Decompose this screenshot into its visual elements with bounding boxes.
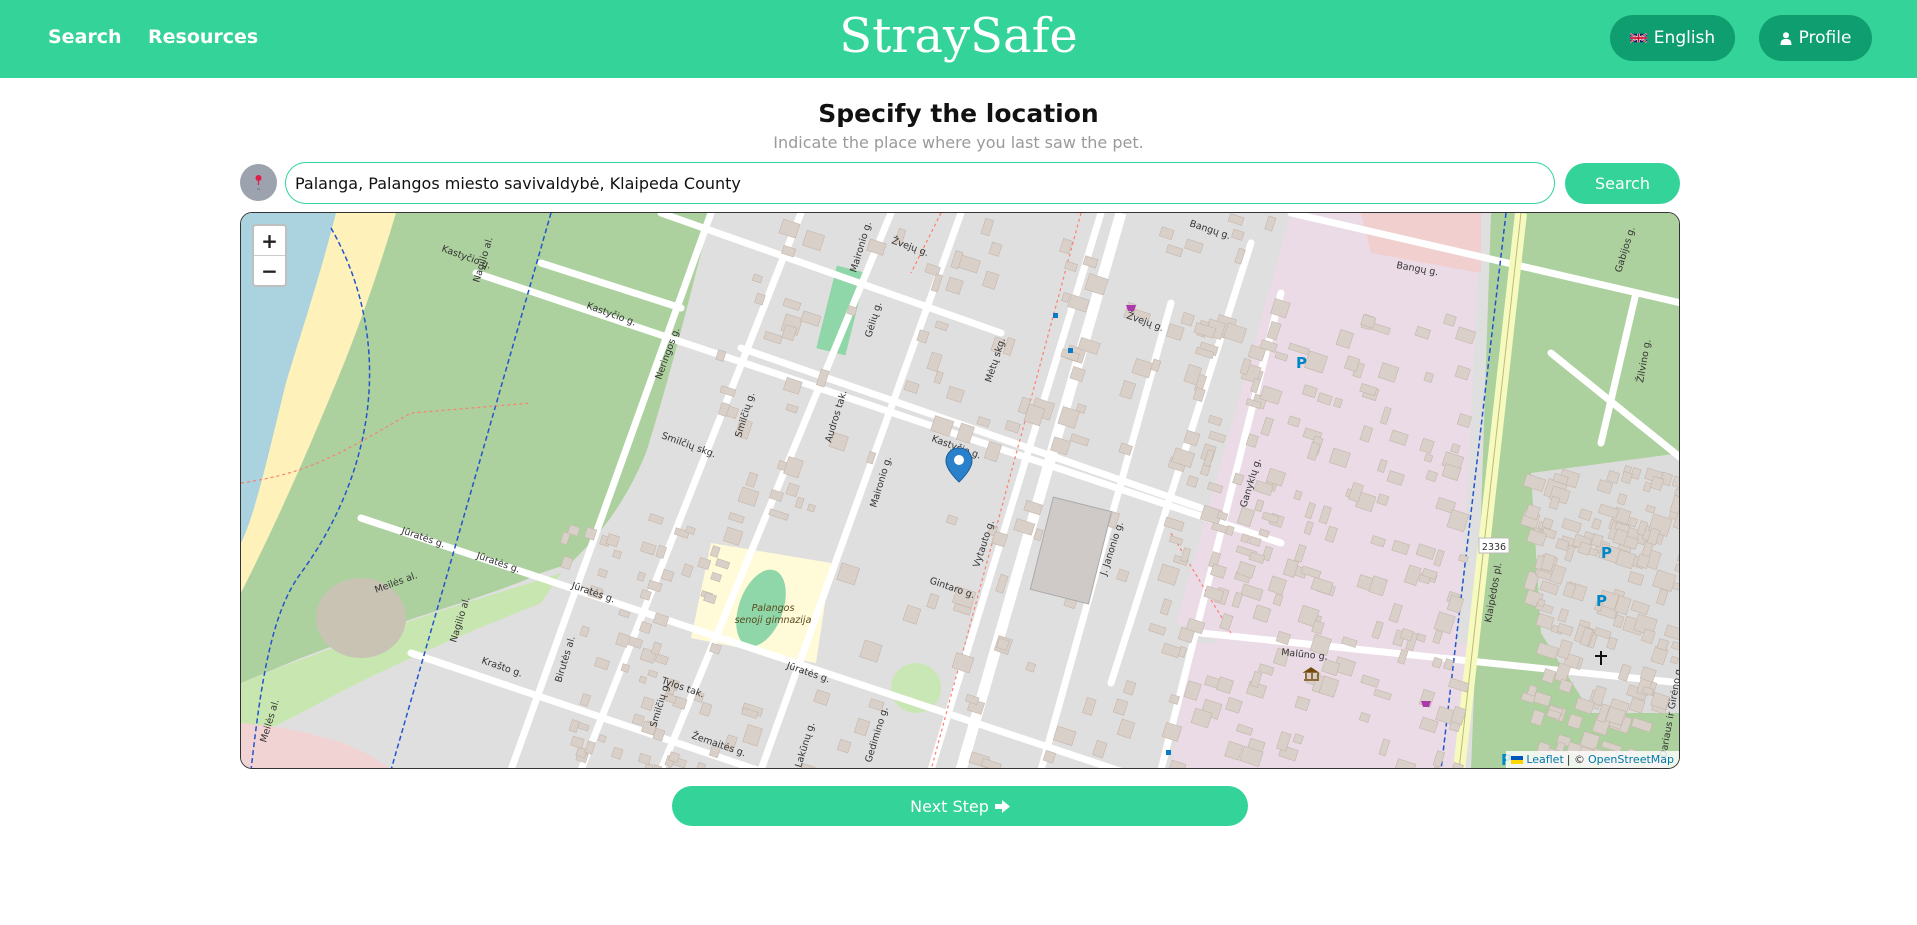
arrow-right-icon [994,799,1010,813]
language-button[interactable]: English [1610,15,1735,61]
zoom-in-button[interactable]: + [254,226,285,255]
openstreetmap-link[interactable]: OpenStreetMap [1588,753,1674,766]
user-icon [1780,31,1792,45]
map-road-number: 2336 [1482,542,1506,553]
marker-dot [954,455,964,465]
attribution-separator: | © [1566,753,1585,766]
parking-icon: P [1601,544,1612,562]
location-search-input[interactable] [285,162,1555,204]
parking-icon: P [1296,354,1307,372]
leaflet-link[interactable]: Leaflet [1526,753,1563,766]
profile-button[interactable]: Profile [1759,15,1872,61]
nav-resources-link[interactable]: Resources [148,26,258,48]
page-title: Specify the location [818,99,1099,128]
next-step-label: Next Step [910,796,989,816]
nav-search-link[interactable]: Search [48,26,122,48]
bus-stop-icon [1166,750,1171,755]
map-attribution: Leaflet | © OpenStreetMap [1506,751,1679,768]
parking-icon: P [1596,592,1607,610]
map-tiles[interactable]: Kastyčio g. Kastyčio g. Kastyčio g. Jūra… [241,213,1680,769]
page-subtitle: Indicate the place where you last saw th… [773,133,1144,152]
svg-text:Palangos: Palangos [752,603,795,614]
locate-me-button[interactable] [240,164,277,201]
bus-stop-icon [1068,348,1073,353]
zoom-control: + − [252,224,287,287]
uk-flag-icon [1629,32,1647,44]
brand-title[interactable]: StraySafe [839,8,1078,64]
svg-text:senoji gimnazija: senoji gimnazija [735,615,812,626]
next-step-button[interactable]: Next Step [672,786,1248,826]
search-button[interactable]: Search [1565,163,1680,204]
zoom-out-button[interactable]: − [254,255,285,285]
ukraine-flag-icon [1511,755,1524,764]
location-pin-icon [255,175,262,190]
location-map[interactable]: Kastyčio g. Kastyčio g. Kastyčio g. Jūra… [240,212,1680,769]
language-label: English [1653,28,1716,48]
top-navbar: Search Resources StraySafe English Profi… [0,0,1917,78]
bus-stop-icon [1053,313,1058,318]
profile-label: Profile [1798,28,1852,48]
